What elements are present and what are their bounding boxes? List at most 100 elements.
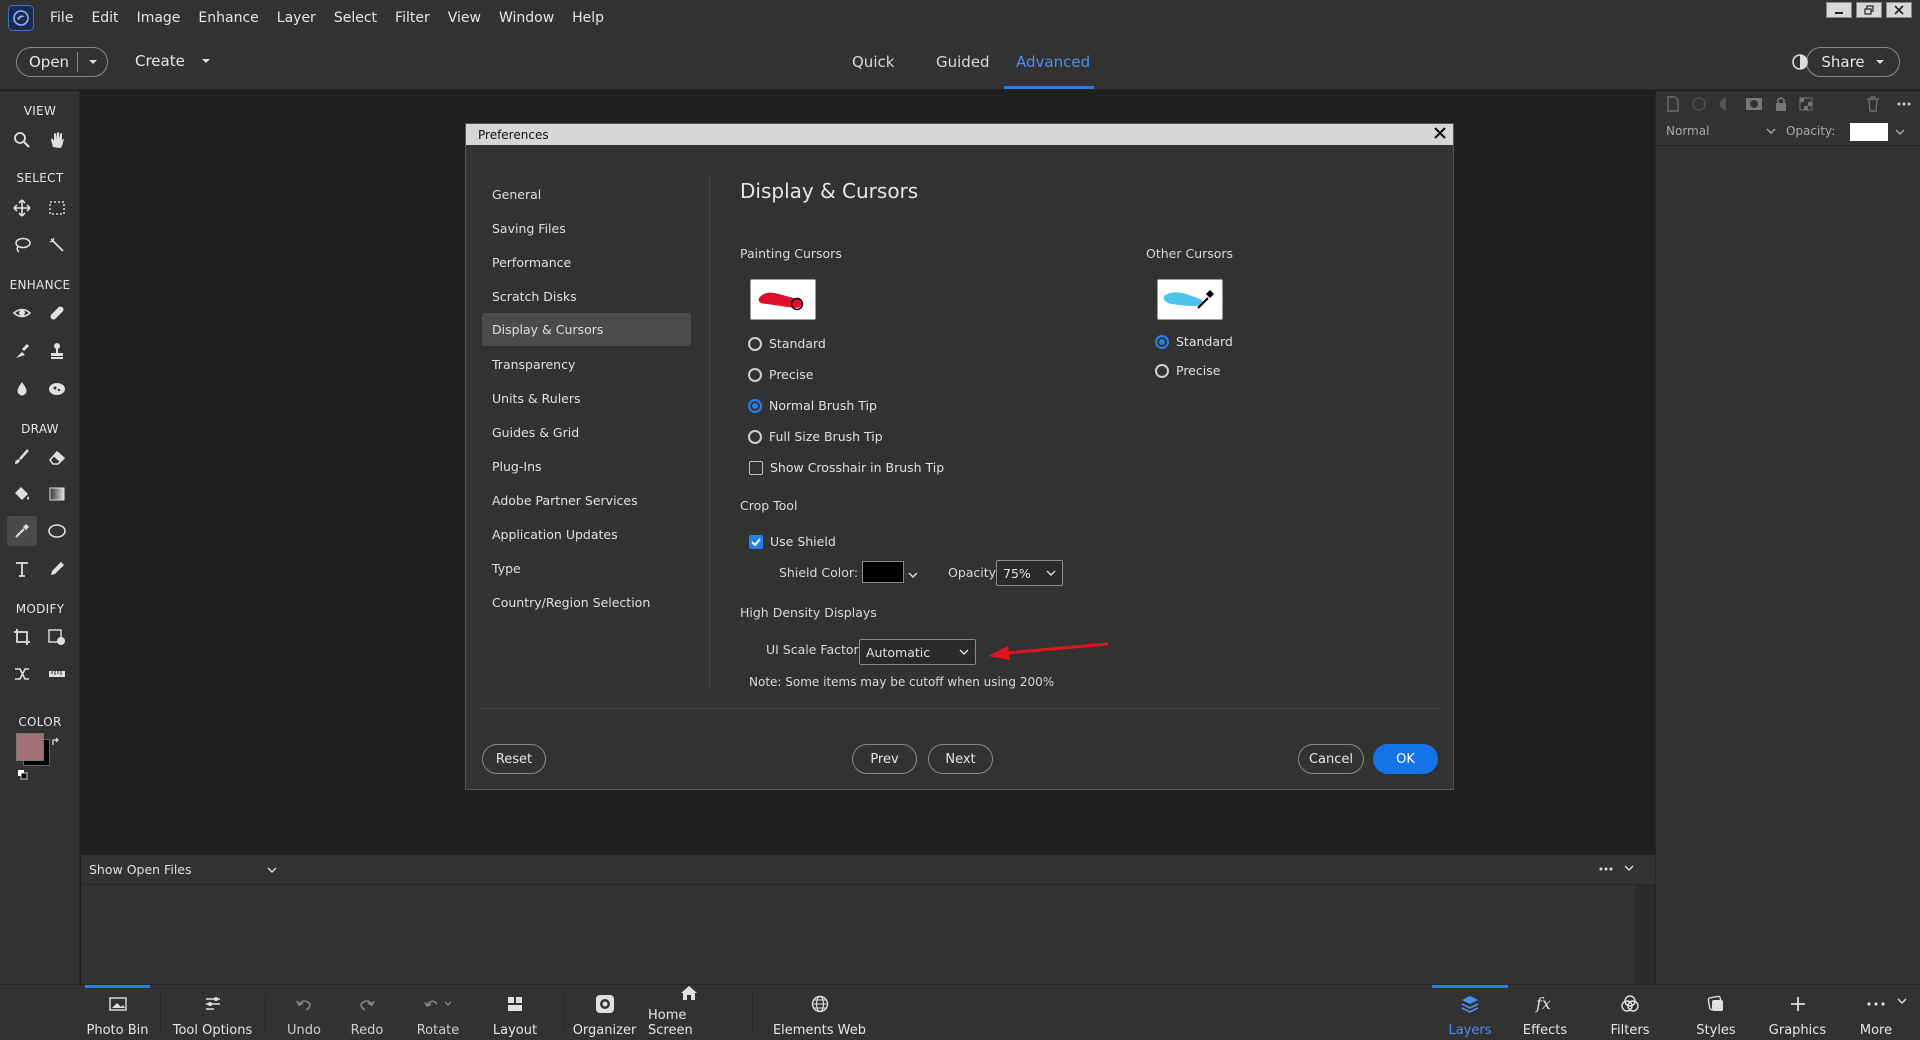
- photo-bin-button[interactable]: Photo Bin: [85, 985, 150, 1040]
- restore-button[interactable]: [1856, 2, 1882, 18]
- blur-tool-icon[interactable]: [7, 374, 37, 404]
- shield-color-chevron-icon[interactable]: [908, 572, 918, 578]
- nav-guides-grid[interactable]: Guides & Grid: [482, 416, 691, 449]
- radio-painting-precise[interactable]: [748, 367, 762, 382]
- open-button[interactable]: Open: [16, 47, 108, 77]
- painting-precise-option[interactable]: Precise: [748, 367, 813, 382]
- painting-standard-option[interactable]: Standard: [748, 336, 826, 351]
- lasso-tool-icon[interactable]: [7, 230, 37, 260]
- opacity-chevron-icon[interactable]: [1895, 129, 1905, 135]
- elements-web-button[interactable]: Elements Web: [772, 985, 867, 1040]
- recompose-tool-icon[interactable]: [42, 622, 72, 652]
- menu-select[interactable]: Select: [334, 10, 377, 26]
- smart-brush-icon[interactable]: [7, 336, 37, 366]
- prev-button[interactable]: Prev: [852, 744, 917, 774]
- gradient-tool-icon[interactable]: [42, 479, 72, 509]
- theme-toggle-icon[interactable]: [1791, 53, 1809, 71]
- graphics-button[interactable]: Graphics: [1765, 985, 1830, 1040]
- use-shield-checkbox[interactable]: [749, 534, 763, 549]
- eraser-tool-icon[interactable]: [42, 442, 72, 472]
- nav-transparency[interactable]: Transparency: [482, 348, 691, 381]
- radio-normal-brush-tip[interactable]: [748, 398, 762, 413]
- show-crosshair-checkbox[interactable]: [749, 460, 763, 475]
- brush-tool-icon[interactable]: [7, 442, 37, 472]
- painting-normal-brush-tip-option[interactable]: Normal Brush Tip: [748, 398, 877, 413]
- create-button[interactable]: Create: [135, 52, 211, 70]
- clone-stamp-icon[interactable]: [42, 336, 72, 366]
- hand-tool-icon[interactable]: [42, 125, 72, 155]
- pencil-tool-icon[interactable]: [42, 554, 72, 584]
- menu-image[interactable]: Image: [137, 10, 181, 26]
- color-picker-tool-icon[interactable]: [7, 516, 37, 546]
- show-crosshair-option[interactable]: Show Crosshair in Brush Tip: [749, 460, 944, 475]
- healing-brush-icon[interactable]: [42, 298, 72, 328]
- open-dropdown-icon[interactable]: [78, 59, 107, 65]
- undo-button[interactable]: Undo: [279, 985, 329, 1040]
- organizer-button[interactable]: Organizer: [572, 985, 637, 1040]
- home-screen-button[interactable]: Home Screen: [648, 985, 730, 1040]
- redo-button[interactable]: Redo: [342, 985, 392, 1040]
- ui-scale-factor-select[interactable]: Automatic: [859, 639, 976, 665]
- layers-button[interactable]: Layers: [1432, 985, 1508, 1040]
- tab-quick[interactable]: Quick: [852, 53, 894, 71]
- menu-view[interactable]: View: [448, 10, 481, 26]
- radio-other-precise[interactable]: [1155, 363, 1169, 378]
- share-button[interactable]: Share: [1806, 47, 1900, 77]
- panel-menu-icon[interactable]: [1896, 96, 1912, 112]
- default-colors-icon[interactable]: [18, 770, 28, 780]
- tool-options-button[interactable]: Tool Options: [170, 985, 255, 1040]
- quick-selection-tool-icon[interactable]: [42, 230, 72, 260]
- other-standard-option[interactable]: Standard: [1155, 334, 1233, 349]
- menu-edit[interactable]: Edit: [91, 10, 118, 26]
- tab-guided[interactable]: Guided: [936, 53, 990, 71]
- red-eye-tool-icon[interactable]: [7, 298, 37, 328]
- foreground-color-swatch[interactable]: [16, 733, 44, 761]
- layout-button[interactable]: Layout: [489, 985, 541, 1040]
- swap-colors-icon[interactable]: [51, 737, 61, 747]
- nav-application-updates[interactable]: Application Updates: [482, 518, 691, 551]
- radio-full-size-brush-tip[interactable]: [748, 429, 762, 444]
- next-button[interactable]: Next: [928, 744, 993, 774]
- nav-general[interactable]: General: [482, 178, 691, 211]
- zoom-tool-icon[interactable]: [7, 125, 37, 155]
- content-aware-move-icon[interactable]: [7, 659, 37, 689]
- shield-opacity-select[interactable]: 75%: [996, 560, 1063, 586]
- collapse-bin-icon[interactable]: [1624, 865, 1634, 872]
- menu-enhance[interactable]: Enhance: [198, 10, 258, 26]
- styles-button[interactable]: Styles: [1686, 985, 1746, 1040]
- more-button[interactable]: More: [1848, 985, 1904, 1040]
- bin-menu-icon[interactable]: [1598, 863, 1614, 875]
- paint-bucket-icon[interactable]: [7, 479, 37, 509]
- menu-file[interactable]: File: [50, 10, 73, 26]
- minimize-button[interactable]: [1826, 2, 1852, 18]
- straighten-tool-icon[interactable]: [42, 659, 72, 689]
- filters-button[interactable]: Filters: [1600, 985, 1660, 1040]
- show-open-files-dropdown[interactable]: Show Open Files: [89, 862, 277, 877]
- nav-scratch-disks[interactable]: Scratch Disks: [482, 280, 691, 313]
- nav-plug-ins[interactable]: Plug-Ins: [482, 450, 691, 483]
- opacity-field[interactable]: [1850, 123, 1888, 141]
- nav-units-rulers[interactable]: Units & Rulers: [482, 382, 691, 415]
- effects-button[interactable]: fx Effects: [1515, 985, 1575, 1040]
- nav-display-cursors[interactable]: Display & Cursors: [482, 313, 691, 346]
- move-tool-icon[interactable]: [7, 193, 37, 223]
- menu-layer[interactable]: Layer: [277, 10, 316, 26]
- painting-full-size-brush-tip-option[interactable]: Full Size Brush Tip: [748, 429, 883, 444]
- radio-other-standard[interactable]: [1155, 334, 1169, 349]
- use-shield-option[interactable]: Use Shield: [749, 534, 836, 549]
- close-window-button[interactable]: [1886, 2, 1912, 18]
- menu-filter[interactable]: Filter: [395, 10, 430, 26]
- type-tool-icon[interactable]: [7, 554, 37, 584]
- ellipse-shape-tool-icon[interactable]: [42, 516, 72, 546]
- nav-saving-files[interactable]: Saving Files: [482, 212, 691, 245]
- crop-tool-icon[interactable]: [7, 622, 37, 652]
- menu-help[interactable]: Help: [572, 10, 604, 26]
- nav-type[interactable]: Type: [482, 552, 691, 585]
- radio-painting-standard[interactable]: [748, 336, 762, 351]
- reset-button[interactable]: Reset: [482, 744, 546, 774]
- menu-window[interactable]: Window: [499, 10, 554, 26]
- delete-layer-icon[interactable]: [1866, 96, 1880, 112]
- other-precise-option[interactable]: Precise: [1155, 363, 1220, 378]
- nav-country-region[interactable]: Country/Region Selection: [482, 586, 691, 619]
- photo-bin-scrollbar[interactable]: [1635, 885, 1655, 984]
